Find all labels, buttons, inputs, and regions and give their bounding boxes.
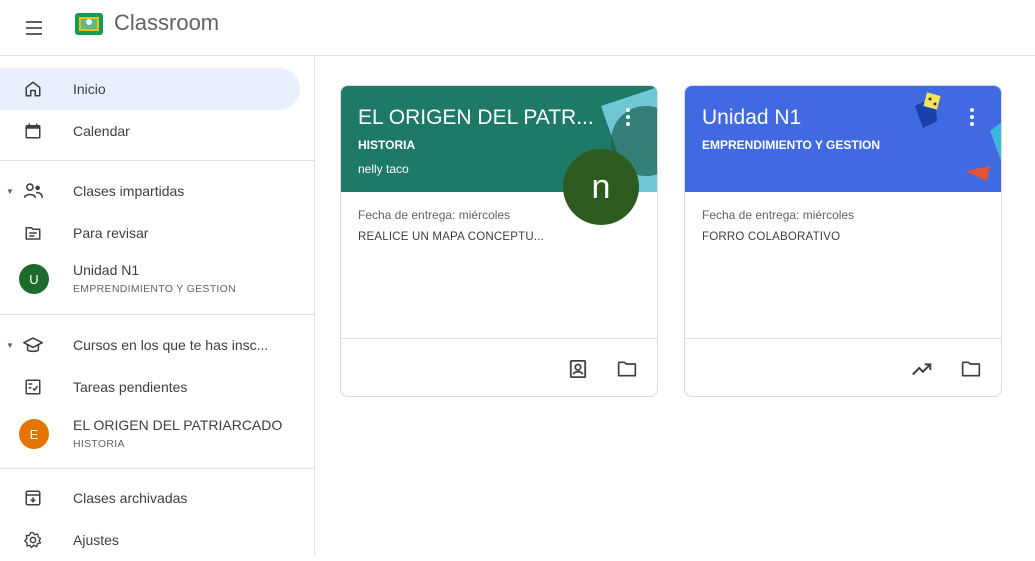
sidebar-item-home[interactable]: Inicio (0, 68, 300, 110)
caret-down-icon[interactable]: ▼ (6, 341, 14, 350)
sidebar-item-to-review[interactable]: Para revisar (0, 212, 300, 254)
class-card[interactable]: Unidad N1 EMPRENDIMIENTO Y GESTION Fecha… (684, 85, 1002, 397)
sidebar-item-label: Cursos en los que te has insc... (73, 337, 269, 353)
sidebar-item-label: Inicio (73, 81, 106, 97)
sidebar: Inicio Calendar ▼ Clases impartidas Para… (0, 57, 315, 556)
sidebar-item-subtitle: EMPRENDIMIENTO Y GESTION (73, 283, 236, 295)
due-date-label: Fecha de entrega: miércoles (702, 208, 855, 222)
divider (0, 468, 315, 469)
folder-review-icon (22, 222, 44, 244)
divider (0, 314, 315, 315)
card-footer (341, 338, 657, 396)
people-icon (22, 180, 44, 202)
header-illustration (915, 92, 1001, 181)
caret-down-icon[interactable]: ▼ (6, 187, 14, 196)
card-teacher: nelly taco (358, 162, 409, 176)
graduation-cap-icon (22, 334, 44, 356)
card-section: HISTORIA (358, 138, 416, 152)
classroom-logo-icon[interactable] (75, 13, 103, 35)
sidebar-item-unidad-n1[interactable]: U Unidad N1 EMPRENDIMIENTO Y GESTION (0, 256, 300, 304)
sidebar-item-label: Clases impartidas (73, 183, 185, 199)
class-card[interactable]: EL ORIGEN DEL PATR... HISTORIA nelly tac… (340, 85, 658, 397)
avatar: U (19, 264, 49, 294)
folder-icon[interactable] (960, 358, 982, 380)
due-task-link[interactable]: FORRO COLABORATIVO (702, 231, 840, 243)
card-section: EMPRENDIMIENTO Y GESTION (702, 138, 881, 152)
card-title[interactable]: EL ORIGEN DEL PATR... (358, 106, 594, 130)
sidebar-item-label: Unidad N1 (73, 262, 140, 278)
student-work-icon[interactable] (567, 358, 589, 380)
avatar: E (19, 419, 49, 449)
gear-icon (22, 529, 44, 551)
top-app-bar: Classroom (0, 0, 1035, 56)
sidebar-item-label: Para revisar (73, 225, 149, 241)
sidebar-item-label: Ajustes (73, 532, 119, 548)
sidebar-item-label: Calendar (73, 123, 130, 139)
archive-icon (22, 487, 44, 509)
sidebar-item-enrolled[interactable]: ▼ Cursos en los que te has insc... (0, 324, 300, 366)
due-date-label: Fecha de entrega: miércoles (358, 208, 511, 222)
sidebar-item-subtitle: HISTORIA (73, 438, 125, 450)
teacher-avatar: n (563, 149, 639, 225)
card-footer (685, 338, 1001, 396)
sidebar-item-label: Clases archivadas (73, 490, 188, 506)
hamburger-menu-icon[interactable] (22, 15, 48, 41)
sidebar-item-calendar[interactable]: Calendar (0, 110, 300, 152)
more-options-icon[interactable] (621, 106, 635, 128)
card-title[interactable]: Unidad N1 (702, 106, 801, 130)
calendar-icon (22, 120, 44, 142)
sidebar-item-el-origen[interactable]: E EL ORIGEN DEL PATRIARCADO HISTORIA (0, 410, 300, 458)
more-options-icon[interactable] (965, 106, 979, 128)
due-task-link[interactable]: REALICE UN MAPA CONCEPTU... (358, 231, 544, 243)
card-header[interactable]: Unidad N1 EMPRENDIMIENTO Y GESTION (685, 86, 1001, 192)
sidebar-item-archived[interactable]: Clases archivadas (0, 477, 300, 519)
sidebar-item-todo[interactable]: Tareas pendientes (0, 366, 300, 408)
sidebar-item-teaching[interactable]: ▼ Clases impartidas (0, 170, 300, 212)
folder-icon[interactable] (616, 358, 638, 380)
divider (0, 160, 315, 161)
sidebar-item-label: Tareas pendientes (73, 379, 188, 395)
checklist-icon (22, 376, 44, 398)
trending-up-icon[interactable] (911, 358, 933, 380)
home-icon (22, 78, 44, 100)
sidebar-item-label: EL ORIGEN DEL PATRIARCADO (73, 417, 283, 433)
sidebar-item-settings[interactable]: Ajustes (0, 519, 300, 561)
app-title[interactable]: Classroom (114, 10, 219, 36)
